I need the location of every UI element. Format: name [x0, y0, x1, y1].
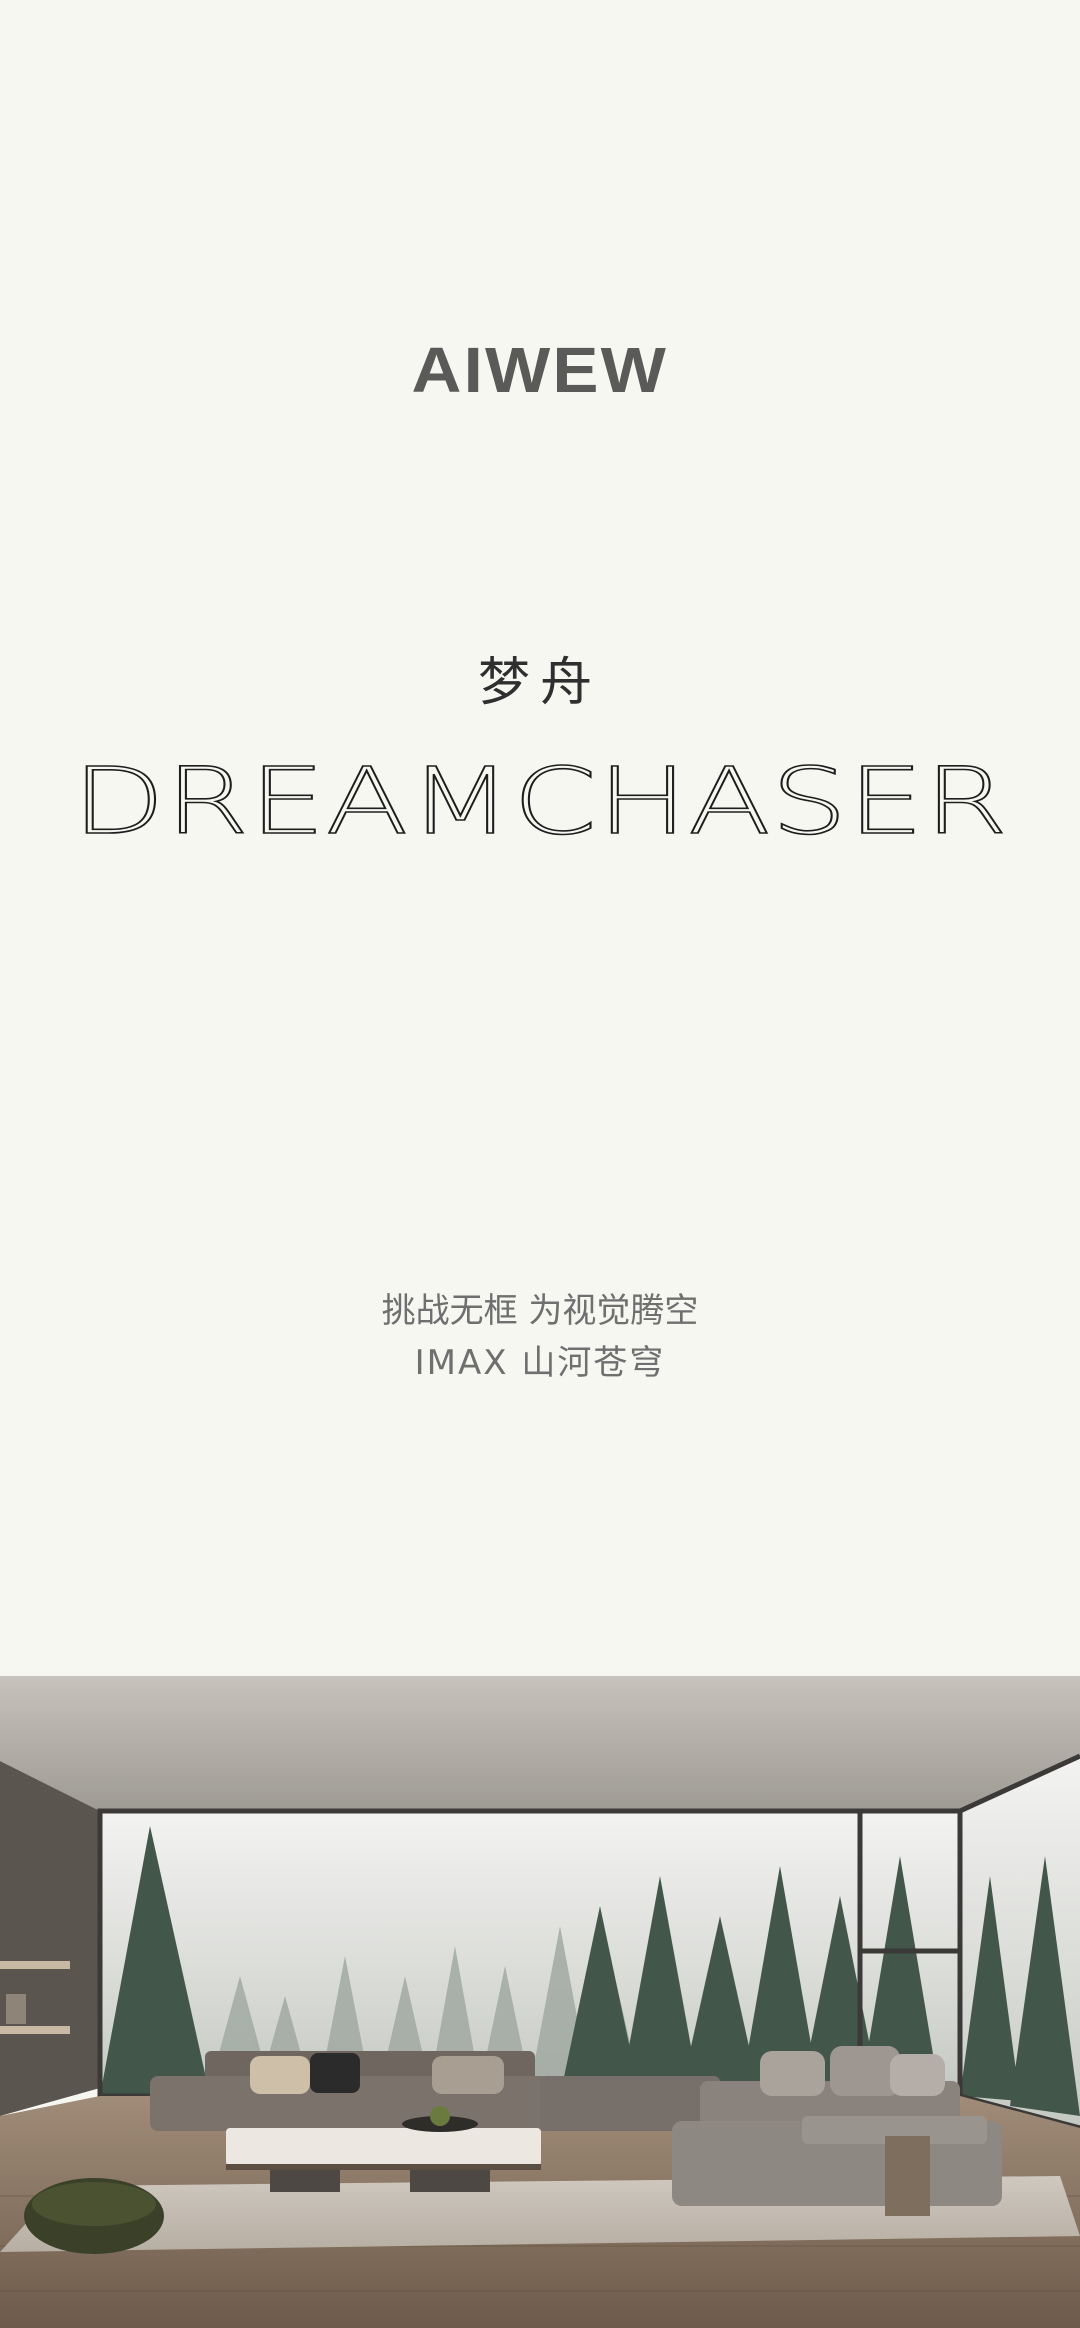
brand-logo: AIWEW — [0, 330, 1080, 410]
slogan-line-1: 挑战无框 为视觉腾空 — [381, 1291, 699, 1331]
slogan-line-2: IMAX 山河苍穹 — [414, 1343, 666, 1383]
product-name-en: DREAMCHASER — [71, 755, 1009, 845]
product-name-cn: 梦舟 — [477, 653, 602, 713]
brand-logo-text: AIWEW — [411, 334, 669, 406]
living-room-scene-image — [0, 1676, 1080, 2328]
slogan: 挑战无框 为视觉腾空 IMAX 山河苍穹 — [0, 1285, 1080, 1389]
product-name-en-text: DREAMCHASER — [72, 755, 1008, 845]
